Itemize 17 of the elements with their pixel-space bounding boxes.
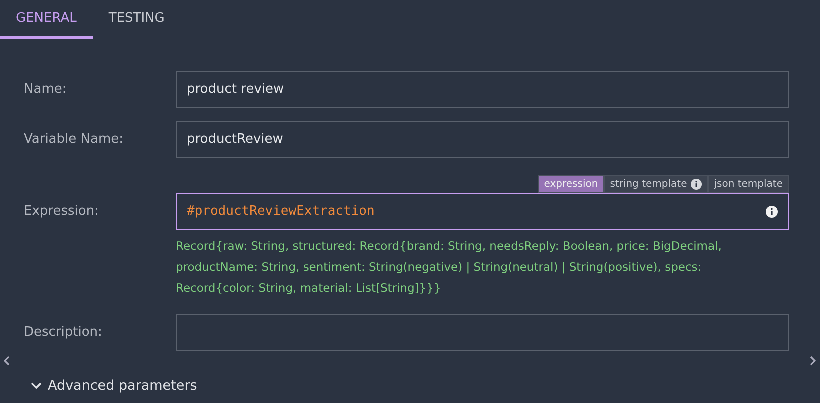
field-label: Name:: [24, 81, 68, 99]
mode-tab[interactable]: string template: [604, 175, 708, 193]
tab[interactable]: GENERAL: [0, 0, 93, 39]
tab[interactable]: TESTING: [92, 0, 181, 39]
input-field[interactable]: product review: [176, 71, 789, 108]
advanced-parameters-toggle[interactable]: Advanced parameters: [31, 378, 198, 394]
mode-tab[interactable]: expression: [538, 175, 604, 193]
field-label: Description:: [24, 324, 104, 342]
input-field[interactable]: [176, 314, 789, 351]
info-icon: [766, 206, 778, 218]
field-label: Expression:: [24, 203, 100, 221]
mode-tab[interactable]: json template: [708, 175, 789, 193]
expression-field[interactable]: #productReviewExtraction: [176, 193, 789, 230]
field-label: Variable Name:: [24, 131, 124, 149]
input-field[interactable]: productReview: [176, 121, 789, 158]
chevron-icon: [31, 382, 42, 390]
type-hint: Record{raw: String, structured: Record{brand: String, needsReply: Boolean, price: BigDecimal, productName: String, sentiment: String(negative) | String(neutral) | String(positive), specs: Record{color: String, material: List[String]}}}: [176, 238, 723, 297]
